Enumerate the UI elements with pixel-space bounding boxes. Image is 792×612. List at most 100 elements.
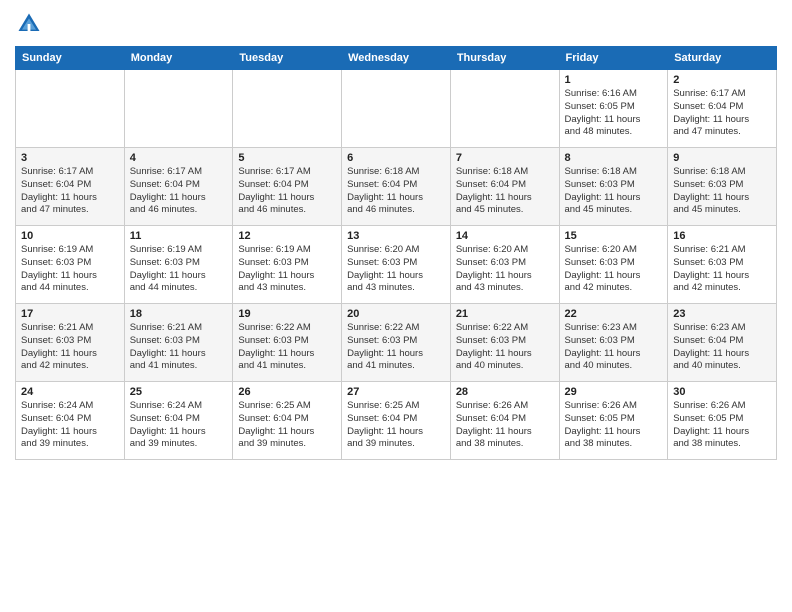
day-info: Sunrise: 6:24 AM Sunset: 6:04 PM Dayligh… [21, 400, 119, 451]
day-info: Sunrise: 6:19 AM Sunset: 6:03 PM Dayligh… [130, 244, 228, 295]
calendar-cell: 3 Sunrise: 6:17 AM Sunset: 6:04 PM Daylig… [16, 148, 125, 226]
day-info: Sunrise: 6:24 AM Sunset: 6:04 PM Dayligh… [130, 400, 228, 451]
day-info: Sunrise: 6:26 AM Sunset: 6:05 PM Dayligh… [673, 400, 771, 451]
day-header-wednesday: Wednesday [342, 47, 451, 70]
day-number: 16 [673, 230, 771, 242]
calendar-cell: 9 Sunrise: 6:18 AM Sunset: 6:03 PM Daylig… [668, 148, 777, 226]
day-header-tuesday: Tuesday [233, 47, 342, 70]
page: SundayMondayTuesdayWednesdayThursdayFrid… [0, 0, 792, 612]
calendar-cell: 16 Sunrise: 6:21 AM Sunset: 6:03 PM Dayli… [668, 226, 777, 304]
day-number: 20 [347, 308, 445, 320]
calendar-cell: 20 Sunrise: 6:22 AM Sunset: 6:03 PM Dayli… [342, 304, 451, 382]
calendar-week-4: 17Sunrise: 6:21 AM Sunset: 6:03 PM Dayli… [16, 304, 777, 382]
calendar-cell: 23Sunrise: 6:23 AM Sunset: 6:04 PM Dayli… [668, 304, 777, 382]
day-number: 28 [456, 386, 554, 398]
calendar-cell [233, 70, 342, 148]
calendar-cell: 6 Sunrise: 6:18 AM Sunset: 6:04 PM Daylig… [342, 148, 451, 226]
day-info: Sunrise: 6:25 AM Sunset: 6:04 PM Dayligh… [238, 400, 336, 451]
day-number: 8 [565, 152, 663, 164]
day-number: 26 [238, 386, 336, 398]
day-info: Sunrise: 6:25 AM Sunset: 6:04 PM Dayligh… [347, 400, 445, 451]
day-header-friday: Friday [559, 47, 668, 70]
calendar-cell: 12 Sunrise: 6:19 AM Sunset: 6:03 PM Dayli… [233, 226, 342, 304]
day-number: 4 [130, 152, 228, 164]
calendar-cell: 8 Sunrise: 6:18 AM Sunset: 6:03 PM Daylig… [559, 148, 668, 226]
calendar-cell: 29Sunrise: 6:26 AM Sunset: 6:05 PM Dayli… [559, 382, 668, 460]
day-info: Sunrise: 6:21 AM Sunset: 6:03 PM Dayligh… [21, 322, 119, 373]
calendar-cell: 7Sunrise: 6:18 AM Sunset: 6:04 PM Daylig… [450, 148, 559, 226]
calendar-cell: 28 Sunrise: 6:26 AM Sunset: 6:04 PM Dayli… [450, 382, 559, 460]
day-number: 15 [565, 230, 663, 242]
calendar-cell: 2 Sunrise: 6:17 AM Sunset: 6:04 PM Daylig… [668, 70, 777, 148]
calendar-cell [16, 70, 125, 148]
calendar-header-row: SundayMondayTuesdayWednesdayThursdayFrid… [16, 47, 777, 70]
day-info: Sunrise: 6:17 AM Sunset: 6:04 PM Dayligh… [673, 88, 771, 139]
day-number: 9 [673, 152, 771, 164]
calendar-cell: 25Sunrise: 6:24 AM Sunset: 6:04 PM Dayli… [124, 382, 233, 460]
calendar-cell: 4 Sunrise: 6:17 AM Sunset: 6:04 PM Daylig… [124, 148, 233, 226]
day-info: Sunrise: 6:18 AM Sunset: 6:04 PM Dayligh… [347, 166, 445, 217]
calendar-cell: 15 Sunrise: 6:20 AM Sunset: 6:03 PM Dayli… [559, 226, 668, 304]
day-info: Sunrise: 6:19 AM Sunset: 6:03 PM Dayligh… [238, 244, 336, 295]
day-header-sunday: Sunday [16, 47, 125, 70]
calendar-cell: 30 Sunrise: 6:26 AM Sunset: 6:05 PM Dayli… [668, 382, 777, 460]
calendar-cell: 10Sunrise: 6:19 AM Sunset: 6:03 PM Dayli… [16, 226, 125, 304]
day-info: Sunrise: 6:22 AM Sunset: 6:03 PM Dayligh… [347, 322, 445, 373]
calendar-cell: 22 Sunrise: 6:23 AM Sunset: 6:03 PM Dayli… [559, 304, 668, 382]
day-number: 3 [21, 152, 119, 164]
day-info: Sunrise: 6:23 AM Sunset: 6:03 PM Dayligh… [565, 322, 663, 373]
day-number: 18 [130, 308, 228, 320]
calendar-cell [450, 70, 559, 148]
day-header-saturday: Saturday [668, 47, 777, 70]
day-number: 11 [130, 230, 228, 242]
day-number: 21 [456, 308, 554, 320]
calendar-cell: 26 Sunrise: 6:25 AM Sunset: 6:04 PM Dayli… [233, 382, 342, 460]
day-info: Sunrise: 6:21 AM Sunset: 6:03 PM Dayligh… [673, 244, 771, 295]
calendar-cell: 13 Sunrise: 6:20 AM Sunset: 6:03 PM Dayli… [342, 226, 451, 304]
calendar-cell [124, 70, 233, 148]
day-number: 14 [456, 230, 554, 242]
calendar-cell: 11 Sunrise: 6:19 AM Sunset: 6:03 PM Dayli… [124, 226, 233, 304]
day-number: 2 [673, 74, 771, 86]
day-number: 6 [347, 152, 445, 164]
day-info: Sunrise: 6:18 AM Sunset: 6:04 PM Dayligh… [456, 166, 554, 217]
day-number: 13 [347, 230, 445, 242]
calendar-cell: 19Sunrise: 6:22 AM Sunset: 6:03 PM Dayli… [233, 304, 342, 382]
logo [15, 10, 47, 38]
calendar-cell: 27Sunrise: 6:25 AM Sunset: 6:04 PM Dayli… [342, 382, 451, 460]
day-info: Sunrise: 6:26 AM Sunset: 6:04 PM Dayligh… [456, 400, 554, 451]
calendar-cell: 5 Sunrise: 6:17 AM Sunset: 6:04 PM Daylig… [233, 148, 342, 226]
calendar-week-5: 24 Sunrise: 6:24 AM Sunset: 6:04 PM Dayli… [16, 382, 777, 460]
day-number: 23 [673, 308, 771, 320]
day-header-thursday: Thursday [450, 47, 559, 70]
calendar-week-1: 1 Sunrise: 6:16 AM Sunset: 6:05 PM Daylig… [16, 70, 777, 148]
day-number: 24 [21, 386, 119, 398]
day-info: Sunrise: 6:17 AM Sunset: 6:04 PM Dayligh… [130, 166, 228, 217]
day-info: Sunrise: 6:17 AM Sunset: 6:04 PM Dayligh… [238, 166, 336, 217]
day-number: 22 [565, 308, 663, 320]
day-number: 30 [673, 386, 771, 398]
header [15, 10, 777, 38]
logo-icon [15, 10, 43, 38]
calendar-cell: 21 Sunrise: 6:22 AM Sunset: 6:03 PM Dayli… [450, 304, 559, 382]
day-info: Sunrise: 6:26 AM Sunset: 6:05 PM Dayligh… [565, 400, 663, 451]
calendar-week-3: 10 Sunrise: 6:19 AM Sunset: 6:03 PM Dayli… [16, 226, 777, 304]
day-info: Sunrise: 6:18 AM Sunset: 6:03 PM Dayligh… [565, 166, 663, 217]
day-info: Sunrise: 6:22 AM Sunset: 6:03 PM Dayligh… [456, 322, 554, 373]
calendar-cell: 1 Sunrise: 6:16 AM Sunset: 6:05 PM Daylig… [559, 70, 668, 148]
day-info: Sunrise: 6:20 AM Sunset: 6:03 PM Dayligh… [347, 244, 445, 295]
calendar-cell: 14Sunrise: 6:20 AM Sunset: 6:03 PM Dayli… [450, 226, 559, 304]
day-info: Sunrise: 6:20 AM Sunset: 6:03 PM Dayligh… [565, 244, 663, 295]
day-number: 10 [21, 230, 119, 242]
day-info: Sunrise: 6:22 AM Sunset: 6:03 PM Dayligh… [238, 322, 336, 373]
calendar-cell [342, 70, 451, 148]
day-number: 1 [565, 74, 663, 86]
calendar-cell: 24 Sunrise: 6:24 AM Sunset: 6:04 PM Dayli… [16, 382, 125, 460]
day-info: Sunrise: 6:16 AM Sunset: 6:05 PM Dayligh… [565, 88, 663, 139]
calendar-week-2: 3 Sunrise: 6:17 AM Sunset: 6:04 PM Daylig… [16, 148, 777, 226]
day-number: 12 [238, 230, 336, 242]
calendar-cell: 17Sunrise: 6:21 AM Sunset: 6:03 PM Dayli… [16, 304, 125, 382]
day-info: Sunrise: 6:18 AM Sunset: 6:03 PM Dayligh… [673, 166, 771, 217]
day-number: 5 [238, 152, 336, 164]
day-info: Sunrise: 6:17 AM Sunset: 6:04 PM Dayligh… [21, 166, 119, 217]
